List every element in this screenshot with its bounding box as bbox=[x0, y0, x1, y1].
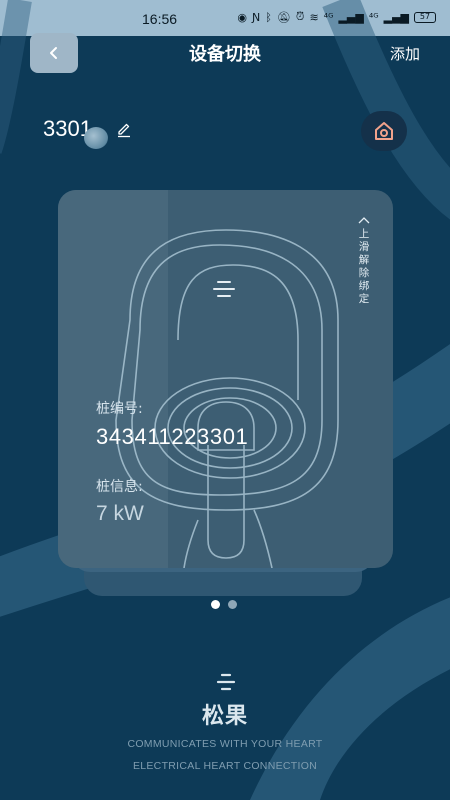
pile-number-label: 桩编号: bbox=[96, 401, 143, 417]
pile-number-value: 343411223301 bbox=[96, 424, 249, 449]
pager-dot-active[interactable] bbox=[211, 600, 220, 609]
slogan-line-1: COMMUNICATES WITH YOUR HEART bbox=[127, 738, 323, 750]
status-icons: ◉ Ɲ ᛒ 🔕︎ ⏰︎ ≋ ⁴ᴳ ▂▄▆ ⁴ᴳ ▂▄▆ 57 bbox=[237, 10, 436, 24]
device-card[interactable]: 上滑解除绑定 桩编号: 343411223301 桩信息: 7 kW bbox=[58, 190, 393, 568]
unbind-hint[interactable]: 上滑解除绑定 bbox=[355, 216, 373, 306]
signal-icon: ▂▄▆ bbox=[338, 10, 364, 24]
chevron-up-icon bbox=[358, 217, 370, 224]
add-button[interactable]: 添加 bbox=[390, 43, 420, 64]
battery-indicator: 57 bbox=[414, 11, 436, 23]
status-bar: 16:56 ◉ Ɲ ᛒ 🔕︎ ⏰︎ ≋ ⁴ᴳ ▂▄▆ ⁴ᴳ ▂▄▆ 57 bbox=[0, 0, 450, 36]
charger-logo bbox=[213, 281, 235, 297]
pencil-icon[interactable] bbox=[116, 122, 132, 138]
signal-icon: ▂▄▆ bbox=[383, 10, 409, 24]
pile-power-value: 7 kW bbox=[96, 502, 144, 525]
network-label-1: ⁴ᴳ bbox=[323, 10, 334, 24]
mute-icon: 🔕︎ bbox=[276, 10, 291, 24]
unbind-hint-label: 上滑解除绑定 bbox=[358, 228, 370, 305]
network-label-2: ⁴ᴳ bbox=[368, 10, 379, 24]
wifi-icon: ≋ bbox=[309, 10, 319, 24]
slogan-line-2: ELECTRICAL HEART CONNECTION bbox=[132, 760, 318, 772]
pile-info-label: 桩信息: bbox=[96, 479, 143, 495]
home-icon bbox=[375, 122, 393, 140]
status-time: 16:56 bbox=[142, 11, 178, 27]
pager-dot[interactable] bbox=[228, 600, 237, 609]
nfc-icon: Ɲ bbox=[252, 10, 261, 24]
bluetooth-icon: ᛒ bbox=[265, 10, 272, 24]
page-title: 设备切换 bbox=[189, 44, 261, 65]
brand-name: 松果 bbox=[201, 704, 248, 729]
home-button[interactable] bbox=[361, 111, 407, 151]
brand-logo-icon bbox=[216, 673, 236, 691]
touch-indicator bbox=[84, 127, 108, 149]
alarm-icon: ⏰︎ bbox=[295, 10, 305, 23]
eye-icon: ◉ bbox=[237, 10, 248, 24]
card-pager bbox=[211, 600, 237, 609]
